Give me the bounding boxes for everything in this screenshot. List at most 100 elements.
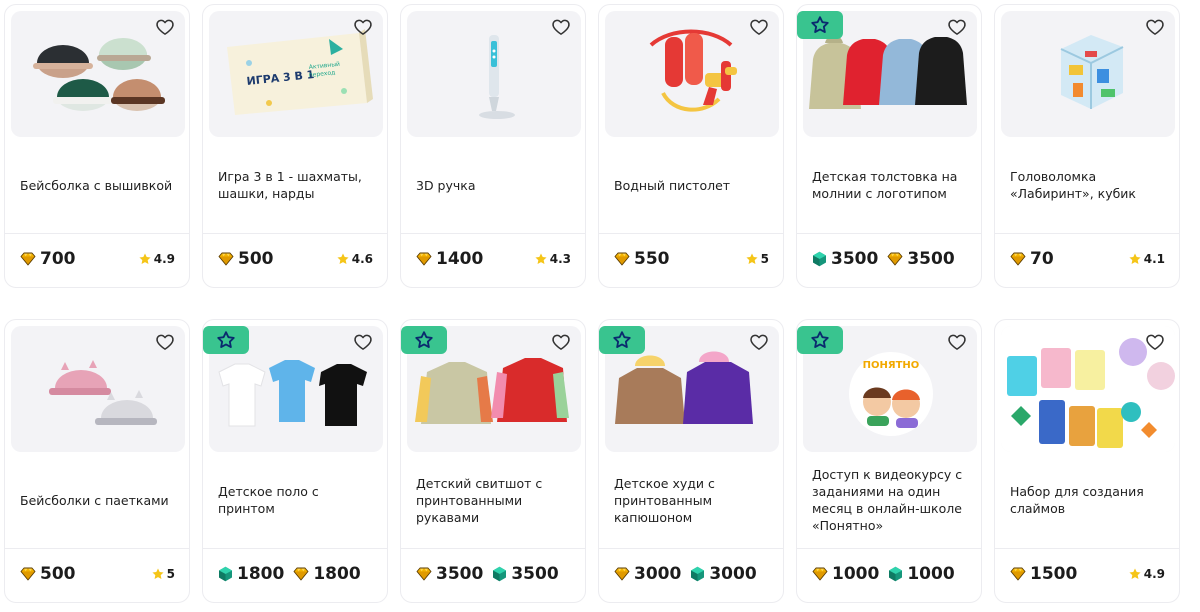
divider	[203, 548, 387, 549]
price: 3000	[690, 564, 757, 584]
rating: 4.1	[1128, 252, 1165, 266]
star-icon	[534, 252, 548, 266]
crystal-gold-icon	[1010, 252, 1026, 266]
product-title-area[interactable]: Водный пистолет	[614, 137, 773, 233]
product-title-area[interactable]: Игра 3 в 1 - шахматы, шашки, нарды	[218, 137, 377, 233]
featured-badge	[797, 326, 843, 354]
product-card[interactable]: Водный пистолет 550 5	[598, 4, 784, 288]
favorite-heart-icon[interactable]	[947, 332, 967, 352]
favorite-heart-icon[interactable]	[749, 332, 769, 352]
product-card[interactable]: ПОНЯТНО Доступ к видеокурсу с заданиями …	[796, 319, 982, 603]
product-card[interactable]: Детское худи с принтованным капюшоном 300…	[598, 319, 784, 603]
price-value: 1800	[313, 564, 361, 584]
star-icon	[151, 567, 165, 581]
star-outline-icon	[215, 329, 237, 351]
rating-value: 4.9	[153, 252, 175, 266]
crystal-teal-icon	[690, 566, 705, 582]
price-value: 1500	[1030, 564, 1078, 584]
price: 3500	[416, 564, 483, 584]
rating-value: 4.6	[351, 252, 373, 266]
divider	[797, 233, 981, 234]
product-title-area[interactable]: Бейсболки с паетками	[20, 452, 179, 548]
price-value: 3500	[907, 249, 955, 269]
product-card[interactable]: Детское поло с принтом 1800 1800	[202, 319, 388, 603]
product-title-area[interactable]: Детская толстовка на молнии с логотипом	[812, 137, 971, 233]
crystal-teal-icon	[492, 566, 507, 582]
divider	[995, 548, 1179, 549]
product-card[interactable]: Бейсболки с паетками 500 5	[4, 319, 190, 603]
product-title-area[interactable]: Детское худи с принтованным капюшоном	[614, 452, 773, 548]
rating-value: 5	[760, 252, 769, 266]
product-title-area[interactable]: Доступ к видеокурсу с заданиями на один …	[812, 452, 971, 548]
product-card[interactable]: Набор для создания слаймов 1500 4.9	[994, 319, 1180, 603]
favorite-heart-icon[interactable]	[155, 17, 175, 37]
price: 1000	[888, 564, 955, 584]
favorite-heart-icon[interactable]	[551, 332, 571, 352]
price: 1800	[218, 564, 284, 584]
star-outline-icon	[809, 14, 831, 36]
product-card[interactable]: 3D ручка 1400 4.3	[400, 4, 586, 288]
product-title: 3D ручка	[416, 177, 476, 193]
price-value: 1800	[237, 564, 285, 584]
product-title-area[interactable]: Набор для создания слаймов	[1010, 452, 1169, 548]
featured-badge	[203, 326, 249, 354]
product-title: Бейсболки с паетками	[20, 492, 169, 508]
crystal-gold-icon	[20, 252, 36, 266]
rating: 4.6	[336, 252, 373, 266]
price: 1000	[812, 564, 879, 584]
price: 500	[20, 564, 76, 584]
divider	[797, 548, 981, 549]
product-title: Доступ к видеокурсу с заданиями на один …	[812, 467, 963, 533]
price-value: 700	[40, 249, 76, 269]
product-card[interactable]: Детская толстовка на молнии с логотипом 3…	[796, 4, 982, 288]
favorite-heart-icon[interactable]	[1145, 17, 1165, 37]
price-list: 1400	[416, 249, 483, 269]
price-value: 1000	[832, 564, 880, 584]
price-value: 3000	[634, 564, 682, 584]
rating-value: 4.9	[1143, 567, 1165, 581]
rating-value: 5	[166, 567, 175, 581]
product-title: Набор для создания слаймов	[1010, 484, 1144, 516]
star-icon	[1128, 252, 1142, 266]
product-title: Детское поло с принтом	[218, 484, 319, 516]
price-list: 500	[218, 249, 274, 269]
product-card[interactable]: Бейсболка с вышивкой 700 4.9	[4, 4, 190, 288]
crystal-gold-icon	[812, 567, 828, 581]
price: 3500	[812, 249, 878, 269]
star-icon	[138, 252, 152, 266]
divider	[599, 233, 783, 234]
rating: 4.9	[1128, 567, 1165, 581]
price-list: 3500 3500	[812, 249, 955, 269]
divider	[401, 233, 585, 234]
divider	[401, 548, 585, 549]
price: 1800	[293, 564, 361, 584]
favorite-heart-icon[interactable]	[353, 17, 373, 37]
product-title-area[interactable]: 3D ручка	[416, 137, 575, 233]
price-list: 1800 1800	[218, 564, 361, 584]
favorite-heart-icon[interactable]	[551, 17, 571, 37]
price: 1500	[1010, 564, 1077, 584]
rating-value: 4.1	[1143, 252, 1165, 266]
favorite-heart-icon[interactable]	[1145, 332, 1165, 352]
crystal-gold-icon	[1010, 567, 1026, 581]
price-list: 70	[1010, 249, 1054, 269]
star-outline-icon	[611, 329, 633, 351]
favorite-heart-icon[interactable]	[947, 17, 967, 37]
favorite-heart-icon[interactable]	[353, 332, 373, 352]
price-list: 1500	[1010, 564, 1077, 584]
price-value: 3500	[436, 564, 484, 584]
product-title-area[interactable]: Детское поло с принтом	[218, 452, 377, 548]
price-value: 3500	[831, 249, 879, 269]
product-title-area[interactable]: Бейсболка с вышивкой	[20, 137, 179, 233]
crystal-teal-icon	[888, 566, 903, 582]
product-title-area[interactable]: Детский свитшот с принтованными рукавами	[416, 452, 575, 548]
star-icon	[1128, 567, 1142, 581]
product-card[interactable]: ИГРА 3 В 1 Активный переход Игра 3 в 1 -…	[202, 4, 388, 288]
favorite-heart-icon[interactable]	[155, 332, 175, 352]
product-card[interactable]: Детский свитшот с принтованными рукавами…	[400, 319, 586, 603]
favorite-heart-icon[interactable]	[749, 17, 769, 37]
crystal-teal-icon	[812, 251, 827, 267]
product-title-area[interactable]: Головоломка «Лабиринт», кубик	[1010, 137, 1169, 233]
product-card[interactable]: Головоломка «Лабиринт», кубик 70 4.1	[994, 4, 1180, 288]
divider	[5, 233, 189, 234]
